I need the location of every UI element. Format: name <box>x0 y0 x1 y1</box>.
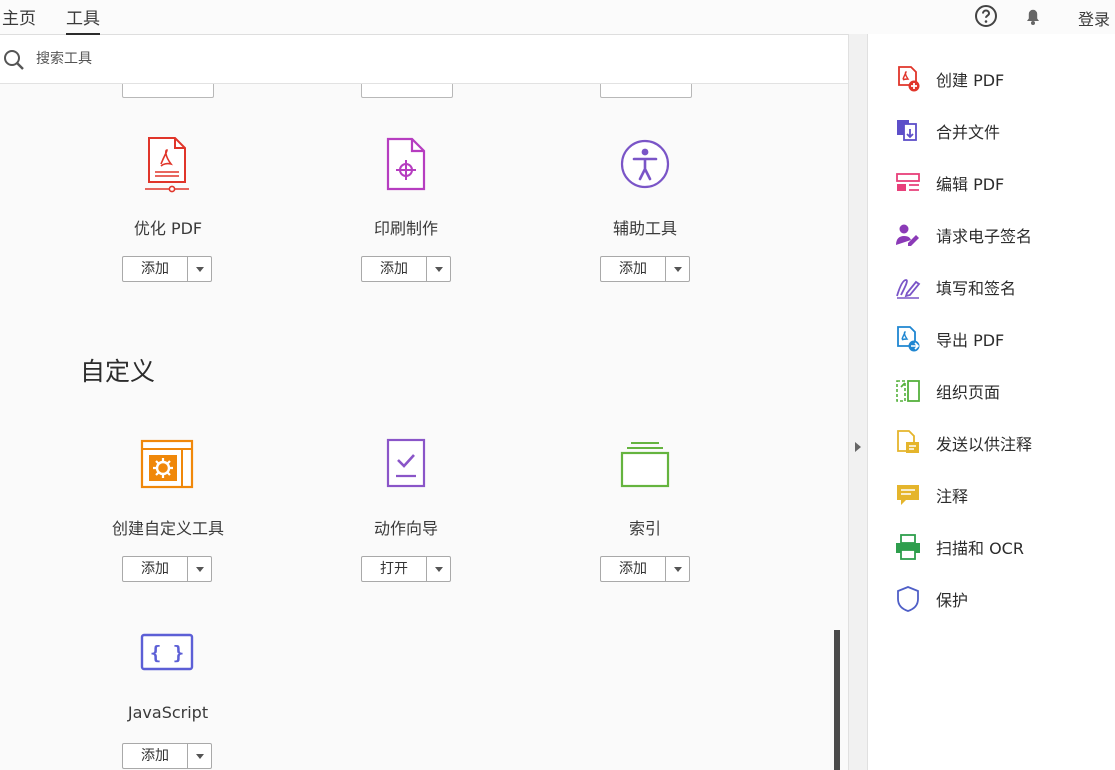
scrollbar-thumb[interactable] <box>834 630 840 770</box>
rp-item-label: 组织页面 <box>936 383 1001 402</box>
rp-item-comment[interactable]: 注释 <box>894 479 968 511</box>
rp-item-fill-sign[interactable]: 填写和签名 <box>894 271 1016 303</box>
add-button-label[interactable]: 添加 <box>601 557 666 581</box>
svg-text:{ }: { } <box>150 642 184 664</box>
rp-item-label: 请求电子签名 <box>936 227 1033 246</box>
chevron-down-icon[interactable] <box>188 744 211 768</box>
tool-label: 优化 PDF <box>133 219 203 238</box>
cutoff-open-button[interactable] <box>122 84 214 98</box>
add-button-label[interactable]: 添加 <box>362 257 427 281</box>
add-button[interactable]: 添加 <box>122 743 212 769</box>
protect-icon <box>897 586 919 612</box>
scan-ocr-icon <box>896 534 920 560</box>
rp-item-request-signature[interactable]: 请求电子签名 <box>894 219 1032 251</box>
chevron-down-icon[interactable] <box>666 557 689 581</box>
add-button-label[interactable]: 添加 <box>601 257 666 281</box>
add-button[interactable]: 添加 <box>600 256 690 282</box>
add-button-label[interactable]: 添加 <box>123 557 188 581</box>
add-button-label[interactable]: 添加 <box>123 257 188 281</box>
tool-label: 创建自定义工具 <box>111 519 224 538</box>
chevron-down-icon[interactable] <box>666 257 689 281</box>
chevron-down-icon[interactable] <box>188 557 211 581</box>
chevron-down-icon[interactable] <box>427 557 450 581</box>
rp-item-label: 注释 <box>936 487 969 506</box>
tools-grid: 优化 PDF 添加 印刷制作 添加 辅助工具 添加 自定义 创建自定义工具 添加… <box>0 84 848 770</box>
accessibility-icon[interactable] <box>615 134 675 194</box>
bell-icon[interactable] <box>1021 4 1045 32</box>
rp-item-create-pdf[interactable]: 创建 PDF <box>894 63 1004 95</box>
search-icon <box>3 49 25 75</box>
rp-item-combine-files[interactable]: 合并文件 <box>894 115 1000 147</box>
rp-item-protect[interactable]: 保护 <box>894 583 968 615</box>
chevron-down-icon[interactable] <box>427 257 450 281</box>
tab-tools[interactable]: 工具 <box>66 4 100 35</box>
create-pdf-icon <box>898 66 920 92</box>
collapse-panel-icon[interactable] <box>855 442 861 452</box>
help-icon[interactable] <box>974 4 998 32</box>
login-link[interactable]: 登录 <box>1078 6 1110 30</box>
rp-item-organize-pages[interactable]: 组织页面 <box>894 375 1000 407</box>
tool-label: 辅助工具 <box>612 219 677 238</box>
tool-search-bar <box>0 35 848 84</box>
tool-label: 索引 <box>628 519 661 538</box>
optimize-pdf-icon[interactable] <box>137 134 197 194</box>
organize-pages-icon <box>896 380 920 402</box>
open-button-label[interactable]: 打开 <box>362 557 427 581</box>
add-button[interactable]: 添加 <box>600 556 690 582</box>
request-signature-icon <box>896 224 919 246</box>
fill-sign-icon <box>896 279 921 299</box>
rp-item-label: 保护 <box>936 591 969 610</box>
rp-item-label: 编辑 PDF <box>936 175 1005 194</box>
tool-label: JavaScript <box>127 703 209 722</box>
rp-item-export-pdf[interactable]: 导出 PDF <box>894 323 1004 355</box>
open-button[interactable]: 打开 <box>361 556 451 582</box>
rp-item-label: 创建 PDF <box>936 71 1005 90</box>
send-comments-icon <box>897 430 919 453</box>
tool-label: 动作向导 <box>373 519 438 538</box>
pane-divider[interactable] <box>848 34 868 770</box>
rp-item-send-comments[interactable]: 发送以供注释 <box>894 427 1032 459</box>
edit-pdf-icon <box>896 173 920 191</box>
cutoff-edit-button[interactable] <box>361 84 453 98</box>
action-wizard-icon[interactable] <box>376 434 436 494</box>
export-pdf-icon <box>897 326 920 352</box>
javascript-icon[interactable]: { } <box>137 622 197 682</box>
section-title-custom: 自定义 <box>80 357 156 386</box>
top-bar: 主页 工具 登录 <box>0 0 1115 35</box>
add-button[interactable]: 添加 <box>122 256 212 282</box>
right-tools-panel: 创建 PDF 合并文件 编辑 PDF 请求电子签名 填写和签名 导出 PDF 组… <box>868 34 1115 770</box>
search-input[interactable] <box>36 47 436 71</box>
print-production-icon[interactable] <box>376 134 436 194</box>
tab-home[interactable]: 主页 <box>2 4 36 29</box>
index-icon[interactable] <box>615 434 675 494</box>
add-button[interactable]: 添加 <box>122 556 212 582</box>
rp-item-scan-ocr[interactable]: 扫描和 OCR <box>894 531 1024 563</box>
chevron-down-icon[interactable] <box>188 257 211 281</box>
combine-files-icon <box>897 120 917 141</box>
cutoff-edit-button[interactable] <box>600 84 692 98</box>
rp-item-edit-pdf[interactable]: 编辑 PDF <box>894 167 1004 199</box>
rp-item-label: 导出 PDF <box>936 331 1005 350</box>
rp-item-label: 合并文件 <box>936 123 1001 142</box>
tool-label: 印刷制作 <box>373 219 438 238</box>
create-custom-tool-icon[interactable] <box>137 434 197 494</box>
rp-item-label: 发送以供注释 <box>936 435 1033 454</box>
add-button[interactable]: 添加 <box>361 256 451 282</box>
rp-item-label: 填写和签名 <box>936 279 1017 298</box>
add-button-label[interactable]: 添加 <box>123 744 188 768</box>
comment-icon <box>897 485 919 505</box>
rp-item-label: 扫描和 OCR <box>936 539 1024 558</box>
